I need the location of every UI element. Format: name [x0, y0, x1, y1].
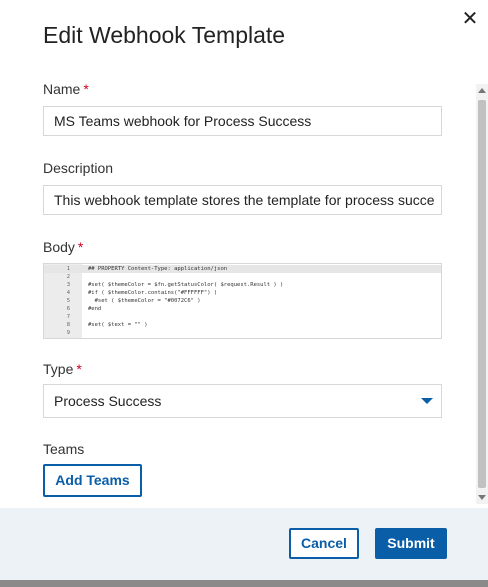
edit-webhook-template-dialog: ✕ Edit Webhook Template Name * MS Teams w…	[0, 0, 488, 587]
line-number: 1	[66, 266, 70, 272]
dialog-title: Edit Webhook Template	[43, 22, 286, 48]
type-label: Type *	[43, 361, 82, 377]
submit-button[interactable]: Submit	[375, 528, 447, 559]
line-number: 6	[66, 306, 70, 312]
description-label-text: Description	[43, 160, 114, 176]
line-number: 2	[66, 274, 70, 280]
name-label: Name *	[43, 81, 89, 97]
required-mark: *	[77, 239, 84, 255]
chevron-down-icon[interactable]	[421, 398, 433, 404]
name-label-text: Name	[43, 81, 81, 97]
code-line[interactable]: 7	[44, 313, 441, 321]
bottom-edge	[0, 580, 488, 587]
required-mark: *	[83, 81, 89, 97]
description-input[interactable]: This webhook template stores the templat…	[43, 185, 442, 215]
line-number: 7	[66, 314, 70, 320]
add-teams-button[interactable]: Add Teams	[43, 464, 142, 497]
line-text: ## PROPERTY Content-Type: application/js…	[88, 266, 228, 272]
type-label-text: Type	[43, 361, 74, 377]
code-line[interactable]: 9	[44, 329, 441, 337]
line-text: #set( $text = "" )	[88, 322, 148, 328]
type-select[interactable]: Process Success	[43, 384, 442, 418]
scroll-down-icon[interactable]	[478, 495, 486, 500]
line-number: 4	[66, 290, 70, 296]
cancel-button[interactable]: Cancel	[289, 528, 359, 559]
teams-label-text: Teams	[43, 441, 85, 457]
code-line[interactable]: 3 #set( $themeColor = $fn.getStatusColor(…	[44, 281, 441, 289]
code-line[interactable]: 4 #if ( $themeColor.contains("#FFFFFF") )	[44, 289, 441, 297]
scroll-up-icon[interactable]	[478, 88, 486, 93]
close-icon[interactable]: ✕	[458, 8, 482, 32]
line-number: 8	[66, 322, 70, 328]
name-input[interactable]: MS Teams webhook for Process Success	[43, 106, 442, 136]
description-label: Description	[43, 160, 113, 176]
line-text: #set ( $themeColor = "#0072C6" )	[88, 298, 201, 304]
body-label-text: Body	[43, 239, 75, 255]
type-selected-value: Process Success	[54, 393, 162, 409]
code-line[interactable]: 8 #set( $text = "" )	[44, 321, 441, 329]
scrollbar-thumb[interactable]	[478, 100, 486, 488]
line-text: #if ( $themeColor.contains("#FFFFFF") )	[88, 290, 218, 296]
teams-label: Teams	[43, 441, 84, 457]
body-code-editor[interactable]: 1 ## PROPERTY Content-Type: application/j…	[43, 263, 442, 339]
line-text: #end	[88, 306, 102, 312]
code-line[interactable]: 2	[44, 273, 441, 281]
scrollbar[interactable]	[476, 84, 488, 504]
line-number: 3	[66, 282, 70, 288]
code-line[interactable]: 6 #end	[44, 305, 441, 313]
dialog-footer: Cancel Submit	[0, 508, 488, 580]
line-text: #set( $themeColor = $fn.getStatusColor( …	[88, 282, 284, 288]
line-number: 9	[66, 330, 70, 336]
line-number: 5	[66, 298, 70, 304]
required-mark: *	[76, 361, 82, 377]
code-line[interactable]: 5 #set ( $themeColor = "#0072C6" )	[44, 297, 441, 305]
body-label: Body *	[43, 239, 83, 255]
code-line[interactable]: 1 ## PROPERTY Content-Type: application/j…	[44, 265, 441, 273]
